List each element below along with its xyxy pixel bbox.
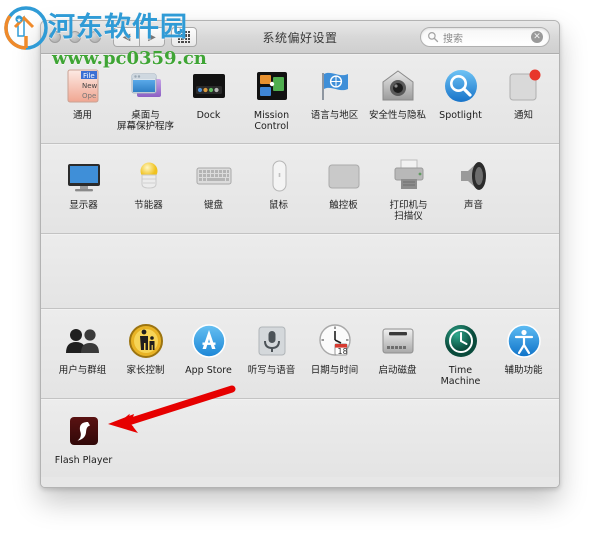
section-hardware: 显示器 节能器 键盘 鼠标 触控板 打印机与 扫描仪 声音 xyxy=(41,144,559,234)
mission-control-icon xyxy=(251,65,293,107)
pref-label: 安全性与隐私 xyxy=(368,110,426,121)
pref-label: 桌面与 屏幕保护程序 xyxy=(116,110,174,132)
search-field[interactable]: 搜索 ✕ xyxy=(420,27,550,47)
pref-label: Mission Control xyxy=(253,110,290,132)
pref-item-sound[interactable]: 声音 xyxy=(442,152,505,227)
pref-label: 通知 xyxy=(513,110,533,121)
system-preferences-window: ◀ ▶ 系统偏好设置 搜索 ✕ File New Ope 通用 桌面与 屏幕保护… xyxy=(40,20,560,488)
pref-label: 辅助功能 xyxy=(504,365,543,376)
pref-label: 日期与时间 xyxy=(310,365,359,376)
pref-label: 节能器 xyxy=(134,200,163,211)
section-third-party: Flash Player xyxy=(41,399,559,477)
desktop-screensaver-icon xyxy=(125,65,167,107)
mouse-icon xyxy=(258,155,300,197)
pref-item-energy-saver[interactable]: 节能器 xyxy=(117,152,180,227)
pref-item-notifications[interactable]: 通知 xyxy=(493,62,554,137)
pref-item-trackpad[interactable]: 触控板 xyxy=(312,152,375,227)
pref-item-spotlight[interactable]: Spotlight xyxy=(430,62,491,137)
pref-item-dock[interactable]: Dock xyxy=(178,62,239,137)
clear-search-icon[interactable]: ✕ xyxy=(531,31,543,43)
pref-item-app-store[interactable]: App Store xyxy=(178,317,239,392)
pref-label: 触控板 xyxy=(329,200,358,211)
pref-label: 通用 xyxy=(72,110,92,121)
pref-item-date-time[interactable]: 18 日期与时间 xyxy=(304,317,365,392)
pref-label: 家长控制 xyxy=(126,365,165,376)
date-time-icon: 18 xyxy=(314,320,356,362)
search-input[interactable]: 搜索 xyxy=(443,30,531,45)
pref-label: 语言与地区 xyxy=(310,110,359,121)
sound-icon xyxy=(453,155,495,197)
pref-label: 显示器 xyxy=(69,200,98,211)
startup-disk-icon xyxy=(377,320,419,362)
pref-row: 用户与群组 家长控制 App Store 听写与语音 18 日期与时间 启动磁盘… xyxy=(45,317,555,392)
search-icon xyxy=(428,32,439,43)
pref-item-language-region[interactable]: 语言与地区 xyxy=(304,62,365,137)
pref-label: 声音 xyxy=(463,200,483,211)
pref-item-printers-scanners[interactable]: 打印机与 扫描仪 xyxy=(377,152,440,227)
pref-label: Spotlight xyxy=(439,110,482,121)
parental-controls-icon xyxy=(125,320,167,362)
pref-item-flash-player[interactable]: Flash Player xyxy=(52,407,115,471)
pref-label: 打印机与 扫描仪 xyxy=(389,200,428,222)
pref-item-keyboard[interactable]: 键盘 xyxy=(182,152,245,227)
pref-row: File New Ope 通用 桌面与 屏幕保护程序 Dock Mission … xyxy=(45,62,555,137)
svg-text:★: ★ xyxy=(16,17,21,24)
pref-label: 鼠标 xyxy=(268,200,288,211)
pref-label: 用户与群组 xyxy=(58,365,107,376)
general-icon: File New Ope xyxy=(62,65,104,107)
pref-label: Flash Player xyxy=(54,455,113,466)
security-privacy-icon xyxy=(377,65,419,107)
energy-saver-icon xyxy=(128,155,170,197)
pref-item-accessibility[interactable]: 辅助功能 xyxy=(493,317,554,392)
section-internet-accounts xyxy=(41,234,559,309)
pref-label: Time Machine xyxy=(440,365,481,387)
printers-scanners-icon xyxy=(388,155,430,197)
pref-item-time-machine[interactable]: Time Machine xyxy=(430,317,491,392)
pref-item-general[interactable]: File New Ope 通用 xyxy=(52,62,113,137)
section-system: 用户与群组 家长控制 App Store 听写与语音 18 日期与时间 启动磁盘… xyxy=(41,309,559,399)
svg-text:18: 18 xyxy=(337,347,347,356)
spotlight-icon xyxy=(440,65,482,107)
notifications-icon xyxy=(503,65,545,107)
pref-item-displays[interactable]: 显示器 xyxy=(52,152,115,227)
pref-row: 显示器 节能器 键盘 鼠标 触控板 打印机与 扫描仪 声音 xyxy=(45,152,555,227)
preferences-body: File New Ope 通用 桌面与 屏幕保护程序 Dock Mission … xyxy=(41,54,559,487)
pref-item-parental-controls[interactable]: 家长控制 xyxy=(115,317,176,392)
displays-icon xyxy=(63,155,105,197)
svg-text:Ope: Ope xyxy=(82,92,96,100)
accessibility-icon xyxy=(503,320,545,362)
window-titlebar[interactable]: ◀ ▶ 系统偏好设置 搜索 ✕ xyxy=(41,21,559,54)
pref-item-mouse[interactable]: 鼠标 xyxy=(247,152,310,227)
section-personal: File New Ope 通用 桌面与 屏幕保护程序 Dock Mission … xyxy=(41,54,559,144)
pref-label: App Store xyxy=(185,365,232,376)
svg-text:New: New xyxy=(82,82,98,90)
users-groups-icon xyxy=(62,320,104,362)
pref-item-mission-control[interactable]: Mission Control xyxy=(241,62,302,137)
trackpad-icon xyxy=(323,155,365,197)
pref-label: Dock xyxy=(196,110,221,121)
dock-icon xyxy=(188,65,230,107)
keyboard-icon xyxy=(193,155,235,197)
dictation-speech-icon xyxy=(251,320,293,362)
pref-item-users-groups[interactable]: 用户与群组 xyxy=(52,317,113,392)
pref-item-startup-disk[interactable]: 启动磁盘 xyxy=(367,317,428,392)
pref-label: 启动磁盘 xyxy=(378,365,417,376)
pref-row: Flash Player xyxy=(45,407,555,471)
time-machine-icon xyxy=(440,320,482,362)
language-region-icon xyxy=(314,65,356,107)
pref-item-dictation-speech[interactable]: 听写与语音 xyxy=(241,317,302,392)
pref-item-desktop-screensaver[interactable]: 桌面与 屏幕保护程序 xyxy=(115,62,176,137)
flash-player-icon xyxy=(63,410,105,452)
pref-label: 键盘 xyxy=(203,200,223,211)
svg-text:File: File xyxy=(83,72,95,80)
pref-item-security-privacy[interactable]: 安全性与隐私 xyxy=(367,62,428,137)
pref-label: 听写与语音 xyxy=(247,365,296,376)
app-store-icon xyxy=(188,320,230,362)
